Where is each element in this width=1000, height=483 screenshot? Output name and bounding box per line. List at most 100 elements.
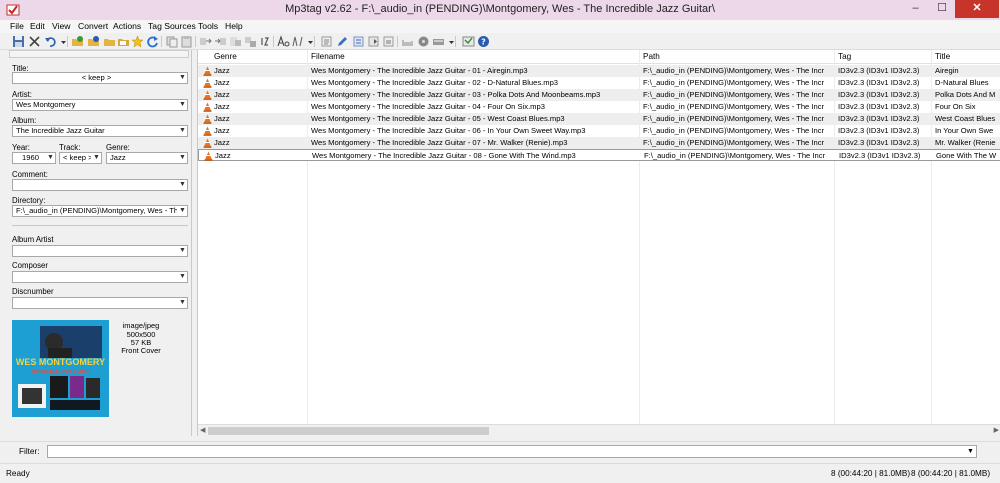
scroll-left-arrow-icon[interactable]: ◀ [200, 425, 205, 437]
close-button[interactable]: ✕ [955, 0, 999, 18]
maximize-button[interactable]: ☐ [929, 0, 955, 18]
album-artist-label: Album Artist [12, 235, 54, 244]
chevron-down-icon[interactable]: ▼ [178, 100, 187, 110]
chevron-down-icon[interactable]: ▼ [178, 246, 187, 256]
autonumbering-icon[interactable] [259, 35, 272, 48]
export-icon[interactable] [320, 35, 333, 48]
filename-to-tag-icon[interactable] [214, 35, 227, 48]
cell-tag: ID3v2.3 (ID3v1 ID3v2.3) [839, 151, 921, 160]
chevron-down-icon[interactable]: ▼ [178, 206, 187, 216]
genre-field[interactable]: Jazz ▼ [106, 152, 188, 164]
copy-tag-icon[interactable] [165, 35, 178, 48]
column-header-title[interactable]: Title [935, 52, 950, 61]
composer-field[interactable]: ▼ [12, 271, 188, 283]
svg-text:?: ? [481, 38, 486, 47]
table-row[interactable]: Jazz Wes Montgomery - The Incredible Jazz… [198, 89, 1000, 101]
refresh-icon[interactable] [146, 35, 159, 48]
musicbrainz-icon[interactable] [417, 35, 430, 48]
cd-drive-icon[interactable] [432, 35, 445, 48]
vlc-file-icon [203, 102, 212, 112]
menu-tools[interactable]: Tools [198, 20, 218, 32]
edit-icon[interactable] [336, 35, 349, 48]
title-field[interactable]: < keep > ▼ [12, 72, 188, 84]
text-to-tag-icon[interactable] [229, 35, 242, 48]
save-icon[interactable] [12, 35, 25, 48]
menu-edit[interactable]: Edit [30, 20, 45, 32]
chevron-down-icon[interactable]: ▼ [178, 180, 187, 190]
file-list[interactable]: Genre Filename Path Tag Title Jazz Wes Mo… [197, 50, 1000, 436]
add-directory-icon[interactable] [71, 35, 84, 48]
discnumber-field[interactable]: ▼ [12, 297, 188, 309]
tag-to-tag-icon[interactable] [244, 35, 257, 48]
help-icon[interactable]: ? [477, 35, 490, 48]
column-header-genre[interactable]: Genre [214, 52, 237, 61]
menu-help[interactable]: Help [225, 20, 243, 32]
cell-genre: Jazz [214, 114, 230, 123]
options-icon[interactable] [462, 35, 475, 48]
chevron-down-icon[interactable]: ▼ [178, 126, 187, 136]
actions-dropdown-icon[interactable] [304, 35, 313, 48]
actions-icon[interactable] [291, 35, 304, 48]
album-field[interactable]: The Incredible Jazz Guitar ▼ [12, 125, 188, 137]
table-row[interactable]: Jazz Wes Montgomery - The Incredible Jazz… [198, 101, 1000, 113]
folder-icon[interactable] [117, 35, 130, 48]
menu-convert[interactable]: Convert [78, 20, 108, 32]
table-row[interactable]: Jazz Wes Montgomery - The Incredible Jazz… [198, 137, 1000, 149]
tag-sources-dropdown-icon[interactable] [445, 35, 454, 48]
tag-panel: Title: < keep > ▼ Artist: Wes Montgomery ▼… [0, 50, 192, 436]
menu-view[interactable]: View [52, 20, 70, 32]
tag-panel-scrollbar[interactable] [9, 50, 189, 58]
filter-input[interactable]: ▼ [47, 445, 977, 458]
table-row[interactable]: Jazz Wes Montgomery - The Incredible Jazz… [198, 65, 1000, 77]
undo-icon[interactable] [44, 35, 57, 48]
column-header-tag[interactable]: Tag [838, 52, 851, 61]
freedb-icon[interactable] [367, 35, 380, 48]
artist-field[interactable]: Wes Montgomery ▼ [12, 99, 188, 111]
amazon-icon[interactable] [401, 35, 414, 48]
paste-tag-icon[interactable] [180, 35, 193, 48]
tag-to-filename-icon[interactable] [199, 35, 212, 48]
remove-tag-icon[interactable] [28, 35, 41, 48]
menu-actions[interactable]: Actions [113, 20, 141, 32]
chevron-down-icon[interactable]: ▼ [966, 446, 975, 457]
toolbar: ? [0, 33, 1000, 50]
cell-path: F:\_audio_in (PENDING)\Montgomery, Wes -… [643, 66, 825, 75]
chevron-down-icon[interactable]: ▼ [178, 73, 187, 83]
playlist-icon[interactable] [352, 35, 365, 48]
table-row[interactable]: Jazz Wes Montgomery - The Incredible Jazz… [198, 77, 1000, 89]
comment-field[interactable]: ▼ [12, 179, 188, 191]
horizontal-scrollbar[interactable]: ◀ ▶ [198, 424, 1000, 436]
menu-tag-sources[interactable]: Tag Sources [148, 20, 196, 32]
column-header-filename[interactable]: Filename [311, 52, 345, 61]
cell-genre: Jazz [214, 138, 230, 147]
undo-dropdown-icon[interactable] [57, 35, 66, 48]
chevron-down-icon[interactable]: ▼ [46, 153, 55, 163]
minimize-button[interactable]: – [902, 0, 929, 18]
table-row[interactable]: Jazz Wes Montgomery - The Incredible Jazz… [198, 125, 1000, 137]
scrollbar-thumb[interactable] [208, 427, 489, 435]
chevron-down-icon[interactable]: ▼ [92, 153, 101, 163]
scroll-right-arrow-icon[interactable]: ▶ [994, 425, 999, 437]
cell-tag: ID3v2.3 (ID3v1 ID3v2.3) [838, 66, 920, 75]
table-row[interactable]: Jazz Wes Montgomery - The Incredible Jazz… [198, 113, 1000, 125]
table-row[interactable]: Jazz Wes Montgomery - The Incredible Jazz… [198, 149, 1000, 161]
case-conversion-icon[interactable] [277, 35, 290, 48]
open-folder-icon[interactable] [103, 35, 116, 48]
directory-field[interactable]: F:\_audio_in (PENDING)\Montgomery, Wes -… [12, 205, 188, 217]
vlc-file-icon [203, 114, 212, 124]
status-text: Ready [6, 469, 30, 478]
menu-file[interactable]: File [10, 20, 24, 32]
chevron-down-icon[interactable]: ▼ [178, 298, 187, 308]
change-directory-icon[interactable] [87, 35, 100, 48]
column-header-path[interactable]: Path [643, 52, 660, 61]
track-field[interactable]: < keep > ▼ [59, 152, 102, 164]
chevron-down-icon[interactable]: ▼ [178, 153, 187, 163]
cell-filename: Wes Montgomery - The Incredible Jazz Gui… [311, 102, 545, 111]
favorites-star-icon[interactable] [131, 35, 144, 48]
cover-art[interactable]: WES MONTGOMERY INCREDIBLE JAZZ GUITAR [12, 320, 109, 417]
chevron-down-icon[interactable]: ▼ [178, 272, 187, 282]
year-field[interactable]: 1960 ▼ [12, 152, 56, 164]
discogs-icon[interactable] [382, 35, 395, 48]
cell-path: F:\_audio_in (PENDING)\Montgomery, Wes -… [644, 151, 826, 160]
album-artist-field[interactable]: ▼ [12, 245, 188, 257]
